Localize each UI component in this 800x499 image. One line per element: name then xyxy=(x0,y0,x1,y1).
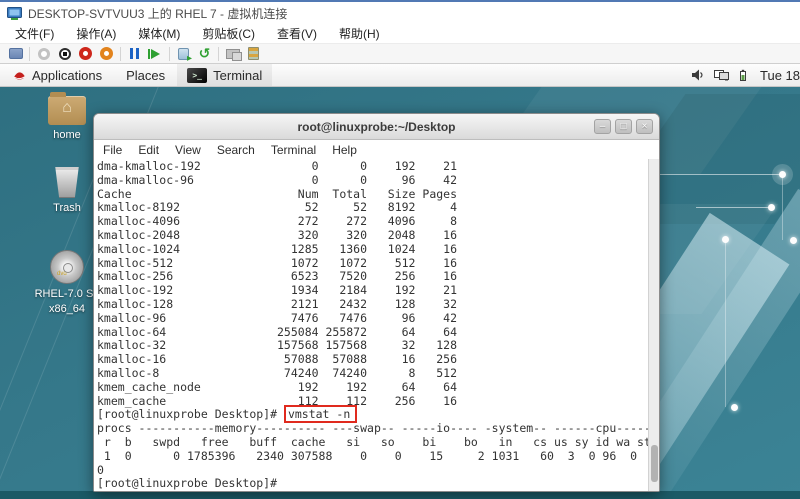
trash-icon xyxy=(55,167,79,198)
terminal-content[interactable]: dma-kmalloc-192 0 0 192 21 dma-kmalloc-9… xyxy=(94,159,659,491)
vm-toolbar xyxy=(0,43,800,64)
close-button[interactable]: × xyxy=(636,119,653,134)
ctrl-alt-del-button[interactable] xyxy=(5,45,26,62)
dvd-mark-text: dvd xyxy=(57,271,67,277)
vm-app-icon xyxy=(7,6,22,20)
wallpaper-line xyxy=(782,174,783,240)
shut-down-icon xyxy=(79,47,92,60)
scrollbar-thumb[interactable] xyxy=(651,445,658,482)
save-icon xyxy=(100,47,113,60)
minimize-button[interactable]: – xyxy=(594,119,611,134)
wallpaper-dot xyxy=(731,404,738,411)
start-icon xyxy=(37,47,50,60)
highlighted-command: vmstat -n xyxy=(286,407,355,421)
vm-titlebar: DESKTOP-SVTVUU3 上的 RHEL 7 - 虚拟机连接 xyxy=(0,0,800,24)
ctrl-alt-del-icon xyxy=(8,48,23,59)
vm-menu-item-2[interactable]: 媒体(M) xyxy=(127,25,191,42)
panel-clock[interactable]: Tue 18 xyxy=(757,68,800,83)
terminal-menubar: File Edit View Search Terminal Help xyxy=(94,140,659,159)
wallpaper-bottom-strip xyxy=(0,491,800,499)
terminal-menu-item-0[interactable]: File xyxy=(103,143,122,157)
applications-menu[interactable]: Applications xyxy=(0,64,114,86)
toolbar-separator xyxy=(218,46,219,61)
prompt-line-vmstat: [root@linuxprobe Desktop]# vmstat -n xyxy=(97,407,659,422)
vm-menu-item-0[interactable]: 文件(F) xyxy=(4,25,65,42)
redhat-icon xyxy=(13,72,26,80)
places-menu[interactable]: Places xyxy=(114,64,177,86)
terminal-scrollbar[interactable] xyxy=(648,159,659,491)
toolbar-separator xyxy=(169,46,170,61)
toolbar-separator xyxy=(29,46,30,61)
screen-button[interactable] xyxy=(222,45,243,62)
terminal-menu-item-2[interactable]: View xyxy=(175,143,201,157)
screen-icon xyxy=(225,48,242,61)
battery-icon[interactable] xyxy=(738,69,748,82)
start-button[interactable] xyxy=(33,45,54,62)
terminal-window-controls: – □ × xyxy=(594,119,659,134)
turn-off-icon xyxy=(58,47,71,60)
terminal-menu-item-4[interactable]: Terminal xyxy=(271,143,316,157)
pause-icon xyxy=(130,48,139,59)
terminal-menu-item-3[interactable]: Search xyxy=(217,143,255,157)
volume-icon[interactable] xyxy=(691,69,705,81)
shell-prompt: [root@linuxprobe Desktop]# xyxy=(97,407,284,422)
taskbar-item-terminal[interactable]: >_ Terminal xyxy=(177,64,273,86)
vm-connection-window: DESKTOP-SVTVUU3 上的 RHEL 7 - 虚拟机连接 文件(F) 操… xyxy=(0,0,800,499)
resume-button[interactable] xyxy=(145,45,166,62)
shut-down-button[interactable] xyxy=(75,45,96,62)
terminal-task-label: Terminal xyxy=(213,67,263,83)
terminal-menu-item-5[interactable]: Help xyxy=(332,143,357,157)
terminal-task-icon: >_ xyxy=(187,67,208,83)
wallpaper-dot xyxy=(722,236,729,243)
enhanced-icon xyxy=(248,47,259,60)
wallpaper-line xyxy=(655,174,782,175)
dvd-disc-icon: dvd xyxy=(50,250,84,284)
terminal-window: root@linuxprobe:~/Desktop – □ × File Edit… xyxy=(93,113,660,492)
maximize-button[interactable]: □ xyxy=(615,119,632,134)
wallpaper-dot xyxy=(790,237,797,244)
guest-desktop: Applications Places >_ Terminal Tue 18 h… xyxy=(0,64,800,499)
vm-menu-item-1[interactable]: 操作(A) xyxy=(65,25,127,42)
toolbar-separator xyxy=(120,46,121,61)
enhanced-button[interactable] xyxy=(243,45,264,62)
slab-output: dma-kmalloc-192 0 0 192 21 dma-kmalloc-9… xyxy=(97,159,458,408)
applications-label: Applications xyxy=(32,67,103,83)
terminal-titlebar[interactable]: root@linuxprobe:~/Desktop – □ × xyxy=(94,114,659,140)
wallpaper-dot xyxy=(768,204,775,211)
final-shell-prompt: [root@linuxprobe Desktop]# xyxy=(97,476,278,491)
resume-icon xyxy=(148,48,160,59)
vmstat-output: procs -----------memory---------- ---swa… xyxy=(97,421,651,477)
vm-window-title: DESKTOP-SVTVUU3 上的 RHEL 7 - 虚拟机连接 xyxy=(28,6,288,21)
terminal-menu-item-1[interactable]: Edit xyxy=(138,143,159,157)
panel-status-area: Tue 18 xyxy=(691,68,800,83)
terminal-window-title: root@linuxprobe:~/Desktop xyxy=(297,119,456,134)
wallpaper-dot xyxy=(772,164,793,185)
home-folder-icon xyxy=(48,92,86,125)
vm-menu-item-4[interactable]: 查看(V) xyxy=(266,25,328,42)
turn-off-button[interactable] xyxy=(54,45,75,62)
revert-icon xyxy=(199,45,211,63)
display-network-icon[interactable] xyxy=(714,69,729,81)
places-label: Places xyxy=(126,67,166,83)
wallpaper-line xyxy=(696,207,771,208)
gnome-top-panel: Applications Places >_ Terminal Tue 18 xyxy=(0,64,800,87)
wallpaper-line xyxy=(725,239,726,407)
vm-menu-item-3[interactable]: 剪贴板(C) xyxy=(191,25,266,42)
vm-menubar: 文件(F) 操作(A) 媒体(M) 剪贴板(C) 查看(V) 帮助(H) xyxy=(0,24,800,43)
checkpoint-button[interactable] xyxy=(173,45,194,64)
checkpoint-icon xyxy=(178,47,192,64)
revert-button[interactable] xyxy=(194,45,215,62)
vm-menu-item-5[interactable]: 帮助(H) xyxy=(328,25,391,42)
pause-button[interactable] xyxy=(124,45,145,62)
save-button[interactable] xyxy=(96,45,117,62)
